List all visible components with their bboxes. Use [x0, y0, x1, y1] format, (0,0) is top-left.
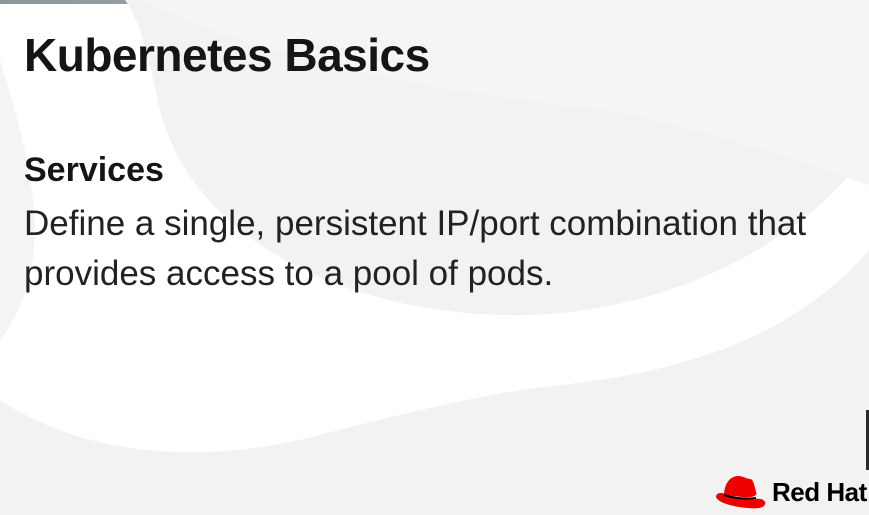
section-heading: Services — [24, 151, 164, 189]
red-hat-logo: Red Hat — [712, 470, 867, 514]
red-hat-fedora-icon — [716, 476, 766, 509]
red-hat-wordmark: Red Hat — [772, 476, 867, 507]
slide-title: Kubernetes Basics — [24, 29, 430, 81]
section-body-text: Define a single, persistent IP/port comb… — [24, 204, 807, 293]
presentation-slide: Kubernetes Basics Services Define a sing… — [0, 0, 869, 515]
